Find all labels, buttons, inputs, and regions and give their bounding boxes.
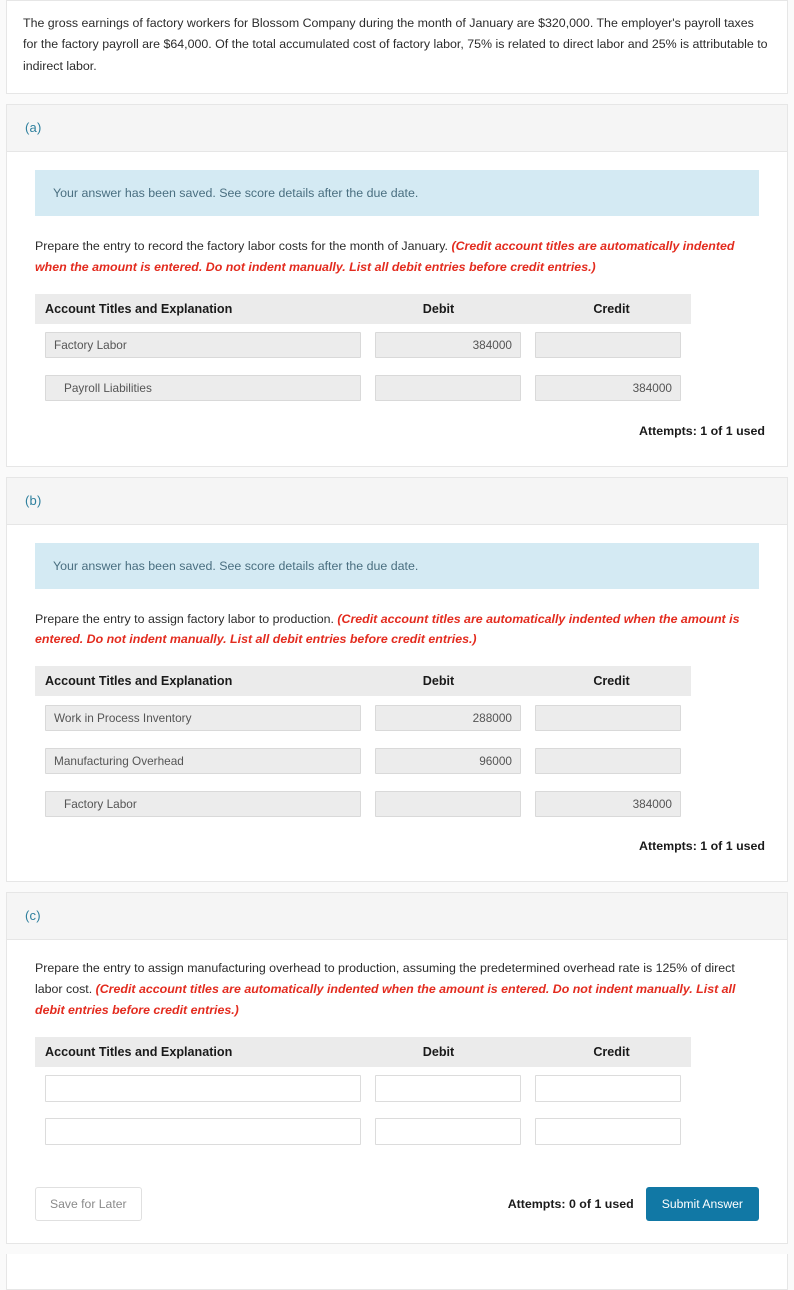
cell-debit <box>375 332 521 359</box>
table-row <box>35 1110 691 1153</box>
cell-account <box>35 790 361 817</box>
debit-amount-input[interactable] <box>375 1117 521 1145</box>
attempts-counter: Attempts: 0 of 1 used <box>507 1196 634 1211</box>
part-b-prompt-main: Prepare the entry to assign factory labo… <box>35 611 338 626</box>
submit-answer-button[interactable]: Submit Answer <box>645 1186 759 1221</box>
column-header-credit: Credit <box>593 1044 630 1059</box>
part-c-table-header-row: Account Titles and Explanation Debit Cre… <box>35 1036 691 1067</box>
credit-amount-input[interactable] <box>535 332 681 359</box>
cell-account <box>35 704 361 731</box>
part-a-prompt: Prepare the entry to record the factory … <box>35 236 759 278</box>
part-c-actions: Save for Later Attempts: 0 of 1 used Sub… <box>7 1163 787 1243</box>
cell-account <box>35 332 361 359</box>
debit-amount-input[interactable] <box>375 790 521 817</box>
part-c-letter: (c) <box>25 908 41 924</box>
column-header-debit: Debit <box>422 674 455 689</box>
cell-account <box>35 747 361 774</box>
credit-amount-input[interactable] <box>535 704 681 731</box>
part-b-header: (b) <box>7 477 787 525</box>
column-header-account: Account Titles and Explanation <box>45 1044 233 1059</box>
account-title-input[interactable] <box>45 332 361 359</box>
credit-amount-input[interactable] <box>535 747 681 774</box>
part-c-prompt: Prepare the entry to assign manufacturin… <box>35 958 759 1020</box>
attempts-counter: Attempts: 1 of 1 used <box>639 423 765 438</box>
debit-amount-input[interactable] <box>375 375 521 402</box>
part-a-header: (a) <box>7 104 787 152</box>
cell-account <box>35 375 361 402</box>
part-c-header: (c) <box>7 893 787 941</box>
cell-account <box>35 1074 361 1102</box>
part-b-letter: (b) <box>25 492 42 508</box>
credit-amount-input[interactable] <box>535 1074 681 1102</box>
part-b-saved-banner: Your answer has been saved. See score de… <box>35 542 759 589</box>
page-tail-card <box>6 1253 788 1290</box>
debit-amount-input[interactable] <box>375 1074 521 1102</box>
part-a-table-header-row: Account Titles and Explanation Debit Cre… <box>35 293 691 324</box>
cell-credit <box>535 704 681 731</box>
part-c-card: (c) Prepare the entry to assign manufact… <box>6 892 788 1244</box>
column-header-credit: Credit <box>593 301 630 316</box>
credit-amount-input[interactable] <box>535 375 681 402</box>
debit-amount-input[interactable] <box>375 747 521 774</box>
account-title-input[interactable] <box>45 375 361 402</box>
save-for-later-button[interactable]: Save for Later <box>35 1186 142 1221</box>
column-header-debit: Debit <box>422 301 455 316</box>
account-title-input[interactable] <box>45 1117 361 1145</box>
part-b-card: (b) Your answer has been saved. See scor… <box>6 476 788 883</box>
column-header-account: Account Titles and Explanation <box>45 674 233 689</box>
part-a-body: Your answer has been saved. See score de… <box>7 152 787 466</box>
part-b-body: Your answer has been saved. See score de… <box>7 525 787 882</box>
part-a-attempts-row: Attempts: 1 of 1 used <box>35 410 765 456</box>
table-row <box>35 696 691 739</box>
cell-credit <box>535 1117 681 1145</box>
part-b-table-header-row: Account Titles and Explanation Debit Cre… <box>35 666 691 697</box>
credit-amount-input[interactable] <box>535 790 681 817</box>
table-row <box>35 739 691 782</box>
debit-amount-input[interactable] <box>375 332 521 359</box>
cell-debit <box>375 747 521 774</box>
column-header-credit: Credit <box>593 674 630 689</box>
cell-debit <box>375 1074 521 1102</box>
cell-credit <box>535 747 681 774</box>
cell-credit <box>535 375 681 402</box>
account-title-input[interactable] <box>45 1074 361 1102</box>
problem-statement-card: The gross earnings of factory workers fo… <box>6 0 788 94</box>
part-a-journal-table: Account Titles and Explanation Debit Cre… <box>35 293 691 410</box>
table-row <box>35 782 691 825</box>
account-title-input[interactable] <box>45 790 361 817</box>
part-a-prompt-main: Prepare the entry to record the factory … <box>35 238 452 253</box>
table-row <box>35 1067 691 1110</box>
part-c-prompt-hint: (Credit account titles are automatically… <box>35 982 736 1017</box>
part-b-attempts-row: Attempts: 1 of 1 used <box>35 825 765 871</box>
credit-amount-input[interactable] <box>535 1117 681 1145</box>
part-a-letter: (a) <box>25 119 42 135</box>
cell-credit <box>535 790 681 817</box>
cell-credit <box>535 1074 681 1102</box>
cell-debit <box>375 704 521 731</box>
cell-debit <box>375 375 521 402</box>
account-title-input[interactable] <box>45 747 361 774</box>
cell-debit <box>375 1117 521 1145</box>
problem-statement-text: The gross earnings of factory workers fo… <box>23 16 768 73</box>
column-header-account: Account Titles and Explanation <box>45 301 233 316</box>
column-header-debit: Debit <box>422 1044 455 1059</box>
cell-account <box>35 1117 361 1145</box>
attempts-counter: Attempts: 1 of 1 used <box>639 839 765 854</box>
part-b-journal-table: Account Titles and Explanation Debit Cre… <box>35 666 691 825</box>
part-a-card: (a) Your answer has been saved. See scor… <box>6 103 788 467</box>
part-a-saved-banner: Your answer has been saved. See score de… <box>35 169 759 216</box>
part-c-journal-table: Account Titles and Explanation Debit Cre… <box>35 1036 691 1153</box>
table-row <box>35 367 691 410</box>
cell-credit <box>535 332 681 359</box>
table-row <box>35 324 691 367</box>
assignment-page: The gross earnings of factory workers fo… <box>0 0 794 1290</box>
actions-right-group: Attempts: 0 of 1 used Submit Answer <box>507 1186 759 1221</box>
cell-debit <box>375 790 521 817</box>
part-b-prompt: Prepare the entry to assign factory labo… <box>35 609 759 651</box>
account-title-input[interactable] <box>45 704 361 731</box>
part-c-body: Prepare the entry to assign manufacturin… <box>7 940 787 1162</box>
debit-amount-input[interactable] <box>375 704 521 731</box>
